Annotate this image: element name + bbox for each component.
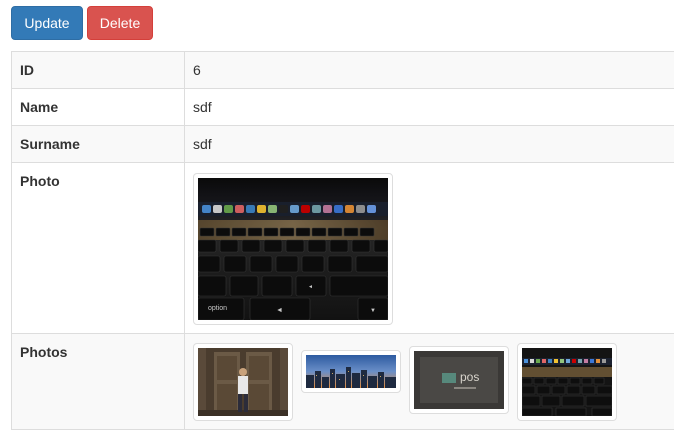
dark-logo-image: pos — [414, 351, 504, 409]
row-label: Photo — [11, 162, 185, 334]
row-value-id: 6 — [184, 51, 674, 89]
row-value-name: sdf — [184, 88, 674, 126]
person-door-image — [198, 348, 288, 416]
photo-thumbnail[interactable] — [193, 343, 293, 421]
delete-button[interactable]: Delete — [87, 6, 153, 40]
row-photos: Photos pos — [11, 333, 674, 430]
row-value-photo: option ◄ ▼ ◄ — [184, 162, 674, 334]
detail-table: ID 6 Name sdf Surname sdf Photo option ◄… — [11, 51, 674, 430]
photos-gallery: pos — [193, 343, 674, 421]
row-photo: Photo option ◄ ▼ ◄ — [11, 162, 674, 334]
keyboard-photo-image — [522, 348, 612, 416]
row-label: ID — [11, 51, 185, 89]
photo-thumbnail[interactable] — [517, 343, 617, 421]
row-label: Name — [11, 88, 185, 126]
photo-thumbnail[interactable] — [301, 350, 401, 393]
row-label: Surname — [11, 125, 185, 163]
photo-thumbnail[interactable]: pos — [409, 346, 509, 414]
main-photo-thumbnail[interactable]: option ◄ ▼ ◄ — [193, 173, 393, 325]
row-label: Photos — [11, 333, 185, 430]
row-id: ID 6 — [11, 51, 674, 89]
action-toolbar: Update Delete — [11, 6, 153, 41]
logo-text: pos — [460, 370, 479, 384]
row-value-photos: pos — [184, 333, 674, 430]
row-name: Name sdf — [11, 88, 674, 126]
row-value-surname: sdf — [184, 125, 674, 163]
update-button[interactable]: Update — [11, 6, 83, 40]
row-surname: Surname sdf — [11, 125, 674, 163]
keyboard-photo-image: option ◄ ▼ ◄ — [198, 178, 388, 320]
city-skyline-image — [306, 355, 396, 388]
